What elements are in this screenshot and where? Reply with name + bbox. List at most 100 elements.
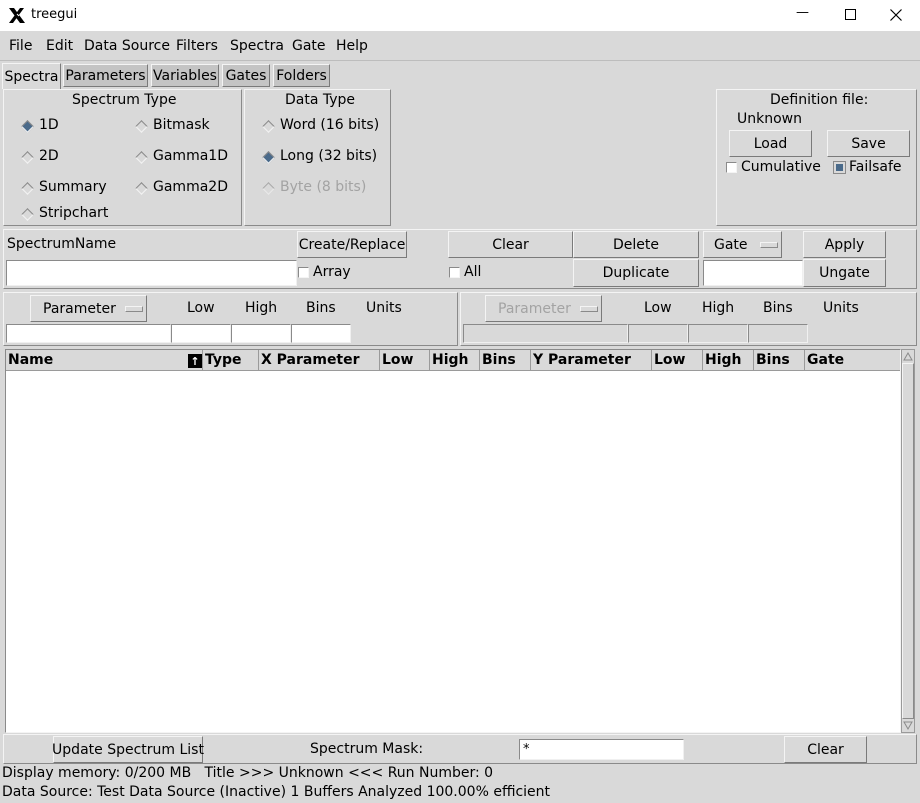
radio-2d-label[interactable]: 2D: [39, 148, 59, 164]
gate-menubutton[interactable]: Gate: [703, 231, 782, 258]
x-high-input[interactable]: [231, 324, 291, 343]
y-parameter-menubutton: Parameter: [485, 295, 602, 322]
spectrum-mask-input[interactable]: *: [519, 739, 684, 760]
tab-spectra[interactable]: Spectra: [2, 63, 61, 89]
y-parameter-label: Parameter: [498, 300, 571, 317]
radio-long[interactable]: [262, 151, 275, 164]
y-low-label: Low: [644, 300, 672, 316]
minimize-icon[interactable]: —: [796, 5, 809, 20]
radio-summary-label[interactable]: Summary: [39, 179, 107, 195]
definition-group: Definition file: Unknown Load Save Cumul…: [716, 89, 917, 226]
x-parameter-input[interactable]: [6, 324, 171, 343]
x-parameter-menubutton[interactable]: Parameter: [30, 295, 147, 322]
radio-bitmask-label[interactable]: Bitmask: [153, 117, 210, 133]
apply-button[interactable]: Apply: [803, 231, 886, 258]
menu-data-source[interactable]: Data Source: [84, 38, 170, 54]
col-y-low[interactable]: Low: [652, 350, 703, 370]
x-bins-label: Bins: [306, 300, 336, 316]
spectrum-name-row: SpectrumName Create/Replace Array Clear …: [3, 229, 917, 289]
menu-bar: File Edit Data Source Filters Spectra Ga…: [0, 31, 920, 61]
col-gate[interactable]: Gate: [805, 350, 900, 370]
save-button[interactable]: Save: [827, 130, 910, 157]
col-name[interactable]: Name: [6, 350, 203, 370]
definition-file: Unknown: [737, 111, 802, 127]
sort-ascending-icon[interactable]: ↑: [188, 354, 202, 368]
radio-stripchart-label[interactable]: Stripchart: [39, 205, 108, 221]
x-bins-input[interactable]: [291, 324, 351, 343]
data-type-group: Data Type Word (16 bits) Long (32 bits) …: [244, 89, 391, 226]
menu-edit[interactable]: Edit: [46, 38, 73, 54]
col-x-high[interactable]: High: [430, 350, 480, 370]
maximize-icon[interactable]: [845, 9, 856, 20]
col-y-parameter-label: Y Parameter: [533, 352, 631, 368]
spectrum-type-group: Spectrum Type 1D Bitmask 2D Gamma1D Summ…: [3, 89, 242, 226]
scroll-up-arrow-icon[interactable]: [902, 350, 914, 363]
radio-word[interactable]: [262, 120, 275, 133]
radio-gamma1d-label[interactable]: Gamma1D: [153, 148, 228, 164]
window-title: treegui: [31, 7, 78, 22]
col-x-bins[interactable]: Bins: [480, 350, 531, 370]
x-high-label: High: [245, 300, 278, 316]
x-parameter-group: Parameter Low High Bins Units: [3, 292, 458, 346]
spectrum-name-input[interactable]: [6, 260, 297, 286]
tab-variables[interactable]: Variables: [151, 64, 219, 87]
clear-button[interactable]: Clear: [448, 231, 573, 258]
tab-parameters[interactable]: Parameters: [63, 64, 148, 87]
radio-summary[interactable]: [21, 182, 34, 195]
delete-button[interactable]: Delete: [573, 231, 699, 258]
col-x-parameter-label: X Parameter: [261, 352, 360, 368]
menu-gate[interactable]: Gate: [292, 38, 326, 54]
radio-stripchart[interactable]: [21, 208, 34, 221]
ungate-button[interactable]: Ungate: [803, 259, 886, 287]
table-scrollbar[interactable]: [901, 349, 915, 733]
duplicate-button[interactable]: Duplicate: [573, 259, 699, 287]
spectrum-table[interactable]: Name ↑ Type X Parameter Low High Bins Y …: [5, 349, 901, 733]
col-y-high[interactable]: High: [703, 350, 754, 370]
scroll-down-arrow-icon[interactable]: [902, 719, 914, 732]
close-icon[interactable]: [890, 9, 902, 21]
radio-gamma2d-label[interactable]: Gamma2D: [153, 179, 228, 195]
failsafe-label[interactable]: Failsafe: [849, 159, 902, 175]
radio-gamma1d[interactable]: [135, 151, 148, 164]
col-x-high-label: High: [432, 352, 469, 368]
cumulative-label[interactable]: Cumulative: [741, 159, 821, 175]
x-low-input[interactable]: [171, 324, 231, 343]
col-type[interactable]: Type: [203, 350, 259, 370]
menu-file[interactable]: File: [9, 38, 32, 54]
gate-menubutton-label: Gate: [714, 236, 748, 253]
col-x-low[interactable]: Low: [380, 350, 430, 370]
col-y-parameter[interactable]: Y Parameter: [531, 350, 652, 370]
all-label[interactable]: All: [464, 264, 481, 280]
col-x-low-label: Low: [382, 352, 414, 368]
scroll-thumb[interactable]: [902, 363, 914, 719]
create-replace-button[interactable]: Create/Replace: [297, 231, 407, 258]
gate-input[interactable]: [703, 260, 803, 286]
array-label[interactable]: Array: [313, 264, 351, 280]
array-checkbox[interactable]: [298, 267, 309, 278]
failsafe-checkbox[interactable]: [833, 161, 846, 174]
x-parameter-dropdown-indicator: [125, 306, 143, 312]
mask-clear-button[interactable]: Clear: [784, 736, 867, 763]
all-checkbox[interactable]: [449, 267, 460, 278]
menu-help[interactable]: Help: [336, 38, 368, 54]
radio-2d[interactable]: [21, 151, 34, 164]
update-spectrum-list-button[interactable]: Update Spectrum List: [52, 736, 204, 763]
radio-1d-label[interactable]: 1D: [39, 117, 59, 133]
menu-filters[interactable]: Filters: [176, 38, 218, 54]
tab-folders[interactable]: Folders: [273, 64, 330, 87]
radio-1d[interactable]: [21, 120, 34, 133]
col-y-high-label: High: [705, 352, 742, 368]
radio-gamma2d[interactable]: [135, 182, 148, 195]
radio-bitmask[interactable]: [135, 120, 148, 133]
radio-long-label[interactable]: Long (32 bits): [280, 148, 377, 164]
spectrum-name-label: SpectrumName: [7, 236, 117, 252]
menu-spectra[interactable]: Spectra: [230, 38, 284, 54]
load-button[interactable]: Load: [729, 130, 812, 157]
tab-gates[interactable]: Gates: [222, 64, 270, 87]
col-y-bins[interactable]: Bins: [754, 350, 805, 370]
col-x-parameter[interactable]: X Parameter: [259, 350, 380, 370]
cumulative-checkbox[interactable]: [726, 162, 737, 173]
radio-word-label[interactable]: Word (16 bits): [280, 117, 379, 133]
definition-title: Definition file:: [770, 92, 869, 108]
radio-byte-label: Byte (8 bits): [280, 179, 367, 195]
